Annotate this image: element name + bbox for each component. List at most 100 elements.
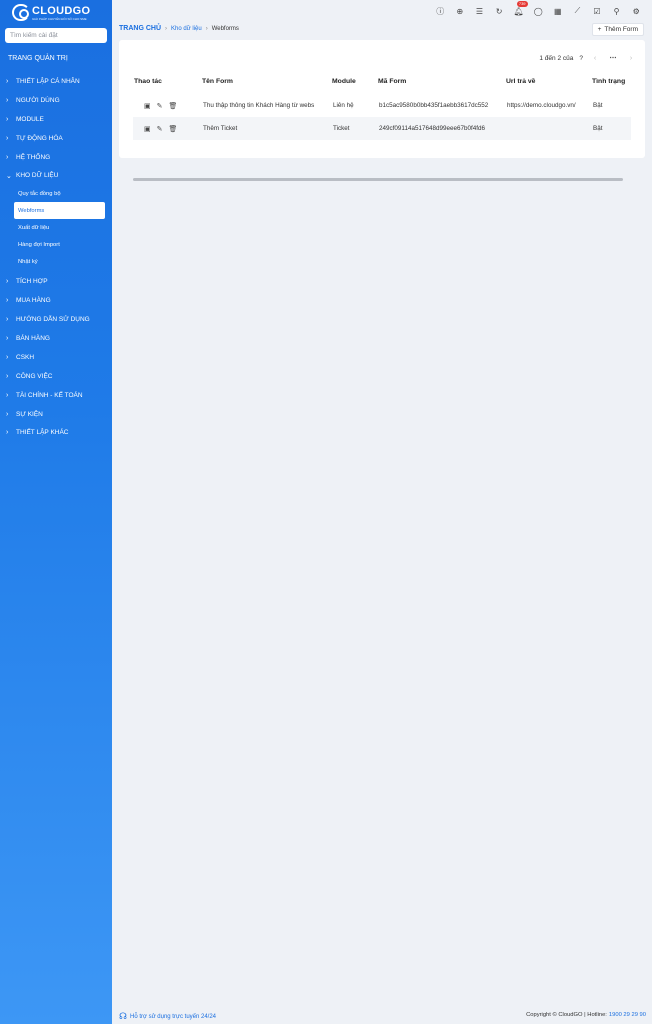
- brand-slogan: GIẢI PHÁP CHUYỂN ĐỔI SỐ CHO SME: [32, 16, 87, 21]
- logo[interactable]: CLOUDGO GIẢI PHÁP CHUYỂN ĐỔI SỐ CHO SME: [12, 4, 90, 21]
- data-warehouse-submenu: Quy tắc đồng bộ Webforms Xuất dữ liệu Hà…: [0, 185, 112, 270]
- admin-title[interactable]: TRANG QUẢN TRỊ: [8, 55, 68, 62]
- sidebar: CLOUDGO GIẢI PHÁP CHUYỂN ĐỔI SỐ CHO SME …: [0, 0, 112, 1024]
- user-icon[interactable]: ⚲: [607, 4, 627, 18]
- chevron-right-icon: ›: [6, 410, 9, 418]
- chat-icon[interactable]: ◯: [528, 4, 548, 18]
- chevron-right-icon: ›: [6, 372, 9, 380]
- sidebar-subitem-log[interactable]: Nhật ký: [14, 253, 105, 270]
- header-form-code[interactable]: Mã Form: [377, 78, 505, 85]
- chevron-right-icon: ›: [205, 25, 208, 32]
- sidebar-item-personal-settings[interactable]: › THIẾT LẬP CÁ NHÂN: [0, 72, 112, 91]
- list-icon[interactable]: ☰: [470, 4, 490, 18]
- support-text: Hỗ trợ sử dụng trực tuyến 24/24: [130, 1013, 217, 1020]
- breadcrumb-section[interactable]: Kho dữ liệu: [171, 26, 202, 32]
- sidebar-item-users[interactable]: › NGƯỜI DÙNG: [0, 91, 112, 110]
- help-icon[interactable]: ⓘ: [430, 4, 450, 18]
- header-form-name[interactable]: Tên Form: [201, 78, 331, 85]
- brand-name: CLOUDGO: [32, 4, 91, 17]
- add-form-button[interactable]: + Thêm Form: [591, 23, 644, 36]
- sidebar-subitem-webforms[interactable]: Webforms: [14, 202, 105, 220]
- sidebar-subitem-data-export[interactable]: Xuất dữ liệu: [14, 219, 105, 236]
- task-check-icon[interactable]: ☑: [587, 4, 607, 18]
- chevron-right-icon: ›: [6, 316, 9, 324]
- cell-status: Bật: [593, 102, 603, 109]
- breadcrumb-current: Webforms: [211, 25, 239, 32]
- edit-pencil-icon[interactable]: ✎: [157, 102, 163, 110]
- sidebar-subitem-import-queue[interactable]: Hàng đợi Import: [14, 236, 105, 253]
- image-icon[interactable]: ▣: [144, 125, 151, 133]
- cell-return-url: https://demo.cloudgo.vn/: [507, 102, 576, 109]
- add-circle-icon[interactable]: ⊕: [450, 4, 470, 18]
- table-row[interactable]: ▣ ✎ 🗑︎ Thêm Ticket Ticket 249cf09114a517…: [133, 117, 631, 140]
- sidebar-item-data-warehouse[interactable]: ⌄ KHO DỮ LIỆU: [0, 166, 112, 185]
- chevron-right-icon: ›: [6, 278, 9, 286]
- sidebar-item-integration[interactable]: › TÍCH HỢP: [0, 272, 112, 291]
- webforms-table: Thao tác Tên Form Module Mã Form Url trả…: [133, 74, 631, 140]
- chevron-right-icon: ›: [6, 391, 9, 399]
- settings-search-input[interactable]: [5, 28, 107, 43]
- breadcrumb: TRANG CHỦ › Kho dữ liệu › Webforms: [119, 25, 239, 32]
- header-module[interactable]: Module: [331, 78, 377, 85]
- copyright-text: Copyright © CloudGO | Hotline:: [526, 1012, 607, 1018]
- edit-pencil-icon[interactable]: ✎: [157, 125, 163, 133]
- sidebar-item-sales[interactable]: › BÁN HÀNG: [0, 329, 112, 348]
- cloudgo-logo-icon: [12, 4, 30, 21]
- header-return-url[interactable]: Url trả về: [505, 78, 591, 85]
- footer: Copyright © CloudGO | Hotline: 1900 29 2…: [526, 1012, 646, 1018]
- delete-trash-icon[interactable]: 🗑︎: [169, 102, 178, 110]
- chevron-right-icon: ›: [6, 153, 9, 161]
- delete-trash-icon[interactable]: 🗑︎: [169, 125, 178, 133]
- add-form-label: Thêm Form: [604, 26, 638, 33]
- chevron-right-icon: ›: [6, 429, 9, 437]
- sidebar-item-system[interactable]: › HỆ THỐNG: [0, 148, 112, 167]
- chevron-right-icon: ›: [6, 134, 9, 142]
- sidebar-item-other-settings[interactable]: › THIẾT LẬP KHÁC: [0, 423, 112, 442]
- headset-icon: ☊: [119, 1011, 127, 1021]
- hotline-number[interactable]: 1900 29 29 90: [609, 1012, 646, 1018]
- chevron-right-icon: ›: [6, 77, 9, 85]
- more-options-icon[interactable]: ⋯: [607, 52, 619, 64]
- table-header: Thao tác Tên Form Module Mã Form Url trả…: [133, 74, 631, 88]
- webforms-card: 1 đến 2 của ? ‹ ⋯ › Thao tác Tên Form Mo…: [119, 40, 645, 181]
- chevron-left-icon[interactable]: ‹: [589, 52, 601, 64]
- pagination: 1 đến 2 của ? ‹ ⋯ ›: [539, 52, 637, 64]
- pagination-text: 1 đến 2 của: [539, 54, 574, 62]
- chevron-right-icon: ›: [6, 334, 9, 342]
- notification-bell-icon[interactable]: 🔔︎ 739: [509, 1, 529, 18]
- sidebar-item-finance-accounting[interactable]: › TÀI CHÍNH - KẾ TOÁN: [0, 386, 112, 405]
- cell-form-name: Thu thập thông tin Khách Hàng từ webs: [203, 102, 315, 109]
- cell-form-name: Thêm Ticket: [203, 125, 238, 132]
- sidebar-item-events[interactable]: › SỰ KIỆN: [0, 405, 112, 424]
- table-row[interactable]: ▣ ✎ 🗑︎ Thu thập thông tin Khách Hàng từ …: [133, 94, 631, 117]
- chart-icon[interactable]: ⟋: [568, 4, 588, 18]
- chevron-right-icon: ›: [165, 25, 167, 32]
- sidebar-nav: › THIẾT LẬP CÁ NHÂN › NGƯỜI DÙNG › MODULE ›…: [0, 72, 112, 442]
- image-icon[interactable]: ▣: [144, 102, 151, 110]
- sidebar-item-tasks[interactable]: › CÔNG VIỆC: [0, 367, 112, 386]
- sidebar-item-module[interactable]: › MODULE: [0, 110, 112, 129]
- chevron-right-icon: ›: [6, 115, 9, 123]
- cell-form-code: 249cf09114a517648d99eee67b0f4fd6: [379, 125, 485, 132]
- row-actions: ▣ ✎ 🗑︎: [133, 102, 201, 110]
- topbar-icons: ⓘ ⊕ ☰ ↻ 🔔︎ 739 ◯ ▦ ⟋ ☑ ⚲ ⚙: [430, 1, 646, 18]
- cell-form-code: b1c5ac9580b0bb435f1aebb3617dc552: [379, 102, 489, 109]
- calendar-icon[interactable]: ▦: [548, 4, 568, 18]
- sidebar-item-purchasing[interactable]: › MUA HÀNG: [0, 291, 112, 310]
- refresh-icon[interactable]: ↻: [489, 4, 509, 18]
- notification-badge: 739: [516, 1, 528, 7]
- breadcrumb-home[interactable]: TRANG CHỦ: [119, 25, 161, 32]
- horizontal-scrollbar[interactable]: [133, 178, 623, 181]
- support-link[interactable]: ☊ Hỗ trợ sử dụng trực tuyến 24/24: [119, 1011, 216, 1022]
- sidebar-item-user-guide[interactable]: › HƯỚNG DẪN SỬ DỤNG: [0, 310, 112, 329]
- pagination-help[interactable]: ?: [579, 55, 583, 62]
- sidebar-subitem-sync-rules[interactable]: Quy tắc đồng bộ: [14, 185, 105, 202]
- sidebar-item-customer-care[interactable]: › CSKH: [0, 348, 112, 367]
- plus-icon: +: [597, 26, 602, 33]
- settings-gear-icon[interactable]: ⚙: [626, 4, 646, 18]
- sidebar-item-automation[interactable]: › TỰ ĐỘNG HÓA: [0, 129, 112, 148]
- row-actions: ▣ ✎ 🗑︎: [133, 125, 201, 133]
- chevron-right-icon[interactable]: ›: [625, 52, 637, 64]
- cell-module: Ticket: [333, 125, 350, 132]
- header-status[interactable]: Tình trạng: [591, 78, 631, 85]
